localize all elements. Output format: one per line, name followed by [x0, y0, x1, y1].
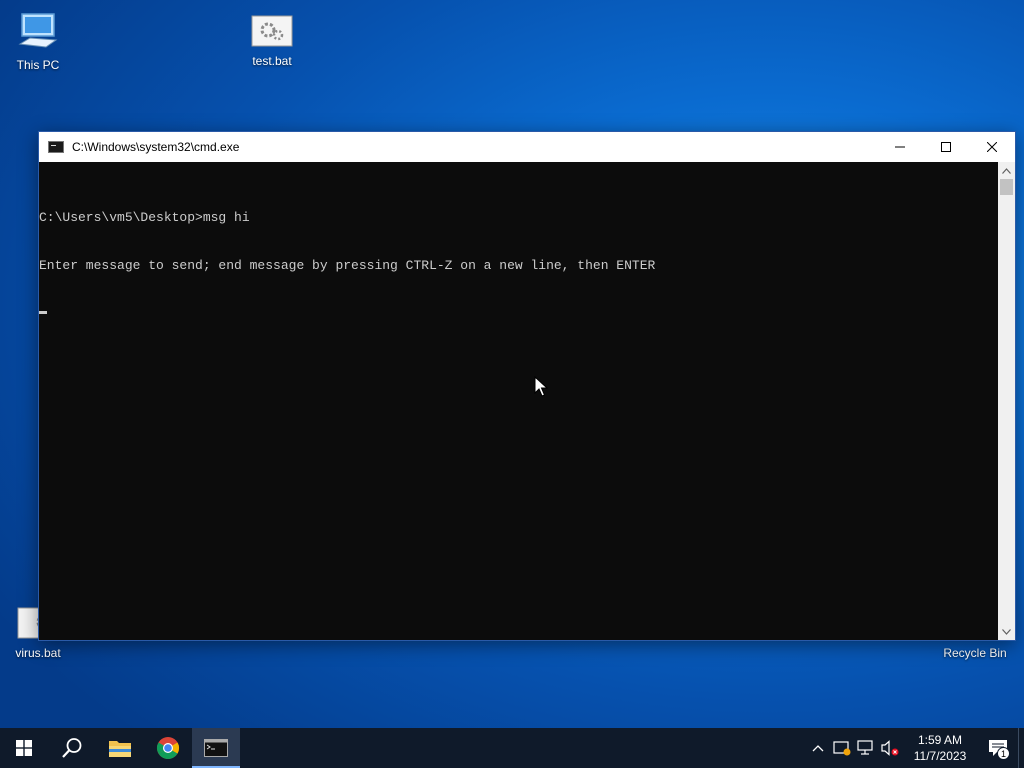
taskbar-file-explorer[interactable] [96, 728, 144, 768]
close-button[interactable] [969, 132, 1015, 162]
maximize-icon [941, 142, 951, 152]
clock-time: 1:59 AM [917, 733, 963, 747]
desktop-icon-label: Recycle Bin [943, 646, 1007, 660]
chevron-down-icon [1002, 628, 1011, 635]
taskbar: 1:59 AM 11/7/2023 1 [0, 728, 1024, 768]
show-desktop-button[interactable] [1018, 728, 1024, 768]
desktop-icon-test-bat[interactable]: test.bat [234, 14, 310, 68]
console-line: Enter message to send; end message by pr… [39, 258, 656, 273]
minimize-button[interactable] [877, 132, 923, 162]
mouse-pointer-icon [534, 376, 548, 397]
volume-muted-icon [881, 740, 899, 756]
desktop-icon-label: test.bat [252, 54, 292, 68]
taskbar-clock[interactable]: 1:59 AM 11/7/2023 [902, 732, 978, 764]
console-output[interactable]: C:\Users\vm5\Desktop>msg hi Enter messag… [39, 162, 999, 640]
close-icon [987, 142, 997, 152]
show-hidden-icons-button[interactable] [806, 728, 830, 768]
scroll-thumb[interactable] [1000, 179, 1013, 195]
window-title: C:\Windows\system32\cmd.exe [72, 140, 240, 154]
start-button[interactable] [0, 728, 48, 768]
search-button[interactable] [48, 728, 96, 768]
title-bar[interactable]: C:\Windows\system32\cmd.exe [39, 132, 1015, 162]
chevron-up-icon [812, 745, 824, 752]
cmd-icon [204, 739, 228, 757]
batch-file-icon [251, 15, 293, 47]
console-line: C:\Users\vm5\Desktop>msg hi [39, 210, 250, 225]
taskbar-chrome[interactable] [144, 728, 192, 768]
minimize-icon [895, 146, 905, 148]
text-cursor [39, 311, 47, 314]
scroll-up-button[interactable] [998, 162, 1015, 179]
cmd-icon [48, 141, 64, 153]
desktop-icon-label: This PC [16, 58, 60, 72]
scroll-down-button[interactable] [998, 623, 1015, 640]
computer-icon [18, 13, 58, 48]
search-icon [62, 738, 82, 758]
taskbar-cmd[interactable] [192, 728, 240, 768]
chevron-up-icon [1002, 167, 1011, 174]
tray-defender-button[interactable] [830, 728, 854, 768]
system-tray: 1:59 AM 11/7/2023 1 [806, 728, 1024, 768]
file-explorer-icon [109, 741, 131, 757]
chrome-icon [157, 737, 179, 759]
start-icon [16, 740, 32, 756]
vertical-scrollbar[interactable] [998, 162, 1015, 640]
network-icon [857, 740, 873, 755]
desktop-icon-this-pc[interactable]: This PC [0, 10, 76, 72]
maximize-button[interactable] [923, 132, 969, 162]
clock-date: 11/7/2023 [913, 749, 967, 763]
tray-volume-button[interactable] [878, 728, 902, 768]
tray-network-button[interactable] [854, 728, 878, 768]
desktop-icon-label: virus.bat [15, 646, 61, 660]
cmd-window[interactable]: C:\Windows\system32\cmd.exe C:\Users\vm5… [38, 131, 1016, 641]
security-warning-icon [833, 741, 851, 756]
notification-count-badge: 1 [997, 747, 1010, 760]
action-center-button[interactable]: 1 [978, 728, 1018, 768]
